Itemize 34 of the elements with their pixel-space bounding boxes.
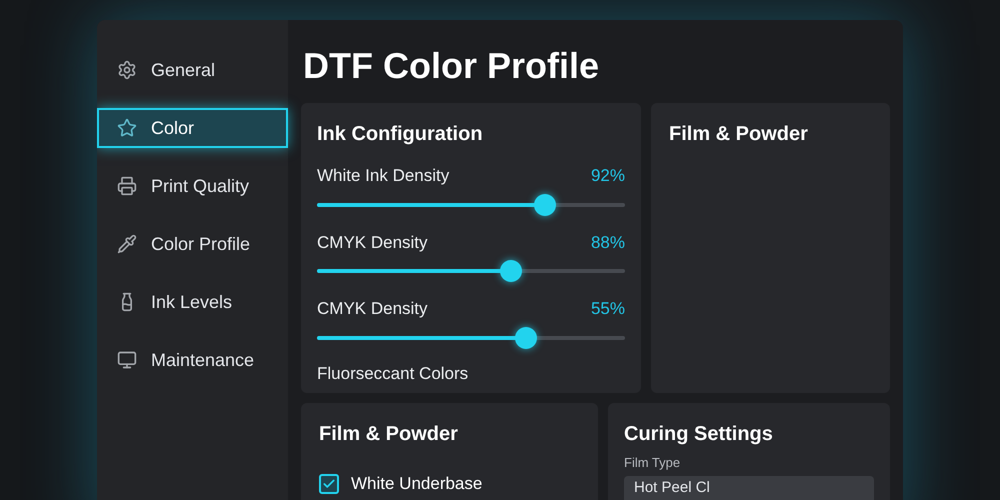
slider-value: 88% <box>590 232 625 254</box>
slider-value: 92% <box>590 165 625 187</box>
star-icon <box>117 118 137 138</box>
slider-value: 55% <box>590 298 625 320</box>
sidebar-item[interactable]: Ink Levels <box>97 282 288 322</box>
field-label: Film Type <box>624 454 682 472</box>
checkbox[interactable] <box>319 474 339 494</box>
card-title: Film & Powder <box>319 422 459 447</box>
gear-icon <box>117 60 137 80</box>
slider-label: CMYK Density <box>317 232 428 254</box>
monitor-icon <box>117 350 137 370</box>
slider-label: White Ink Density <box>317 165 450 187</box>
slider-thumb[interactable] <box>515 326 538 348</box>
sidebar-item[interactable]: Color <box>97 108 288 148</box>
slider-thumb[interactable] <box>500 260 522 282</box>
slider[interactable] <box>317 194 625 216</box>
section-label: Fluorseccant Colors <box>317 362 470 384</box>
check-icon <box>322 476 336 491</box>
film-type-field[interactable]: Hot Peel Cl <box>624 476 874 500</box>
sidebar-item[interactable]: Color Profile <box>97 224 288 264</box>
checkbox-row[interactable]: White Underbase <box>319 471 580 496</box>
slider-thumb[interactable] <box>534 194 556 216</box>
slider[interactable] <box>317 326 625 348</box>
card-title: Ink Configuration <box>317 122 484 147</box>
sidebar-item[interactable]: General <box>97 50 288 90</box>
printer-icon <box>117 176 137 196</box>
card-title: Film & Powder <box>669 123 808 145</box>
sidebar-item[interactable]: Print Quality <box>97 166 288 206</box>
slider[interactable] <box>317 260 625 282</box>
sidebar-item[interactable]: Maintenance <box>97 340 288 380</box>
card-title: Curing Settings <box>624 422 774 447</box>
page-title: DTF Color Profile <box>302 46 600 86</box>
pipette-icon <box>117 234 137 254</box>
slider-label: CMYK Density <box>317 298 428 320</box>
